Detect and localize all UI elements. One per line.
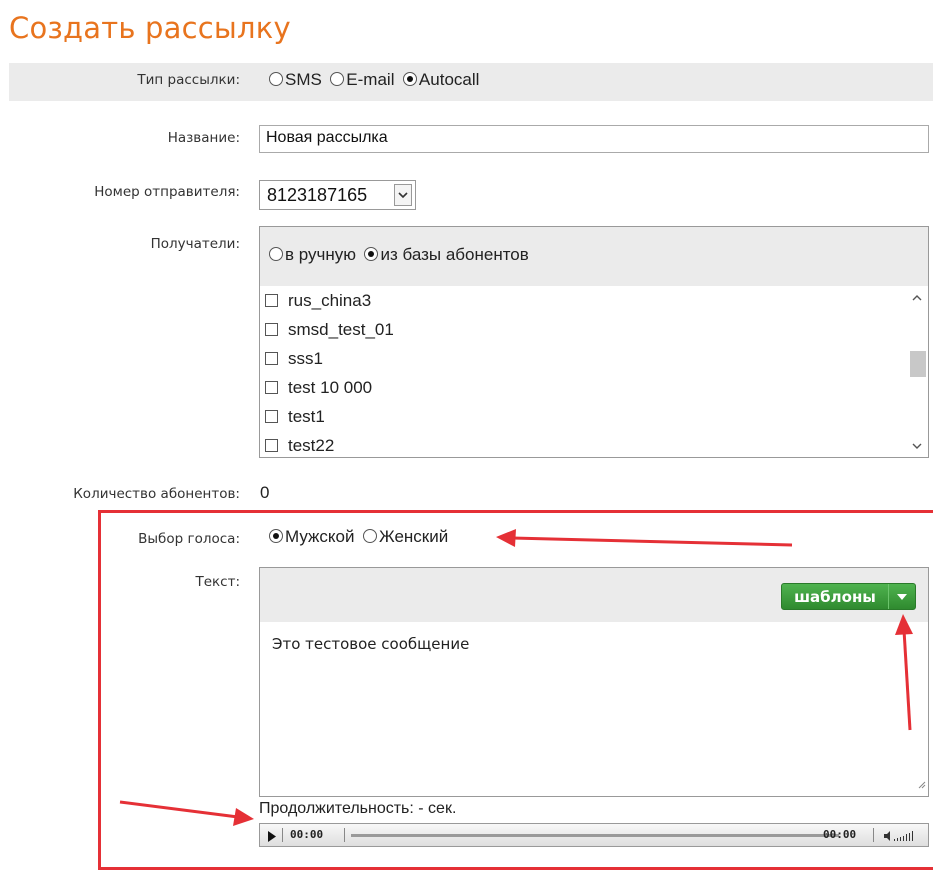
list-item[interactable]: sss1 <box>260 344 905 373</box>
player-separator <box>282 828 283 842</box>
count-label: Количество абонентов: <box>73 486 240 502</box>
recipients-label: Получатели: <box>150 236 240 252</box>
player-separator <box>344 828 345 842</box>
text-label: Текст: <box>195 574 240 590</box>
player-current-time: 00:00 <box>290 828 324 841</box>
name-label: Название: <box>167 130 240 146</box>
chevron-down-icon[interactable] <box>906 437 928 455</box>
voice-label: Выбор голоса: <box>138 531 240 547</box>
page-title: Создать рассылку <box>9 11 291 45</box>
play-icon[interactable] <box>268 829 276 847</box>
voice-radio-female[interactable] <box>362 529 377 543</box>
sender-label: Номер отправителя: <box>94 184 240 200</box>
list-item-label: rus_china3 <box>288 290 372 310</box>
chevron-down-icon[interactable] <box>394 184 412 206</box>
list-item-checkbox[interactable] <box>265 352 278 365</box>
chevron-up-icon[interactable] <box>906 288 928 306</box>
type-radio-group: SMS E-mail Autocall <box>269 70 483 90</box>
list-item-label: test 10 000 <box>288 377 373 397</box>
list-item-checkbox[interactable] <box>265 323 278 336</box>
list-item[interactable]: test 10 000 <box>260 373 905 402</box>
text-toolbar: шаблоны <box>260 568 928 622</box>
type-sms-label: SMS <box>285 70 322 89</box>
recipients-scrollbar[interactable] <box>906 286 928 457</box>
recipients-box: в ручную из базы абонентов rus_china3 sm… <box>259 226 929 458</box>
list-item-label: test1 <box>288 406 325 426</box>
type-email-label: E-mail <box>346 70 395 89</box>
recipients-list: rus_china3 smsd_test_01 sss1 test 10 000… <box>260 286 905 457</box>
type-radio-email[interactable] <box>330 72 345 86</box>
list-item-checkbox[interactable] <box>265 381 278 394</box>
type-autocall-label: Autocall <box>418 70 480 89</box>
type-label: Тип рассылки: <box>137 72 240 88</box>
list-item[interactable]: test1 <box>260 402 905 431</box>
voice-female-label: Женский <box>378 527 449 546</box>
list-item-label: smsd_test_01 <box>288 319 394 339</box>
sender-value: 8123187165 <box>267 184 368 205</box>
caret-down-icon[interactable] <box>889 584 915 609</box>
recipients-radio-manual[interactable] <box>269 247 283 261</box>
recipients-mode-header: в ручную из базы абонентов <box>260 227 928 286</box>
player-progress-track[interactable] <box>351 834 839 837</box>
scrollbar-thumb[interactable] <box>910 351 926 377</box>
message-text: Это тестовое сообщение <box>272 635 470 653</box>
voice-male-label: Мужской <box>285 527 355 546</box>
name-input[interactable]: Новая рассылка <box>259 125 929 153</box>
list-item-label: test22 <box>288 435 335 455</box>
resize-handle-icon[interactable] <box>917 776 926 794</box>
list-item-checkbox[interactable] <box>265 294 278 307</box>
type-radio-autocall[interactable] <box>402 72 417 86</box>
recipients-radio-database[interactable] <box>364 247 379 261</box>
voice-radio-group: Мужской Женский <box>269 527 452 547</box>
recipients-database-label: из базы абонентов <box>380 245 529 264</box>
templates-button[interactable]: шаблоны <box>781 583 916 610</box>
list-item-checkbox[interactable] <box>265 410 278 423</box>
list-item[interactable]: rus_china3 <box>260 286 905 315</box>
list-item-checkbox[interactable] <box>265 439 278 452</box>
voice-radio-male[interactable] <box>269 529 283 543</box>
list-item[interactable]: smsd_test_01 <box>260 315 905 344</box>
volume-icon[interactable] <box>884 829 918 847</box>
player-separator <box>873 828 874 842</box>
message-textarea[interactable]: шаблоны Это тестовое сообщение <box>259 567 929 797</box>
list-item-label: sss1 <box>288 348 323 368</box>
duration-text: Продолжительность: - сек. <box>259 800 457 817</box>
count-value: 0 <box>260 483 270 502</box>
recipients-manual-label: в ручную <box>285 245 357 264</box>
templates-button-label: шаблоны <box>782 584 889 609</box>
sender-select[interactable]: 8123187165 <box>259 180 416 210</box>
player-total-time: 00:00 <box>823 828 857 841</box>
type-radio-sms[interactable] <box>269 72 283 86</box>
recipients-mode-group: в ручную из базы абонентов <box>269 245 533 265</box>
audio-player: 00:00 00:00 <box>259 823 929 847</box>
list-item[interactable]: test22 <box>260 431 905 460</box>
